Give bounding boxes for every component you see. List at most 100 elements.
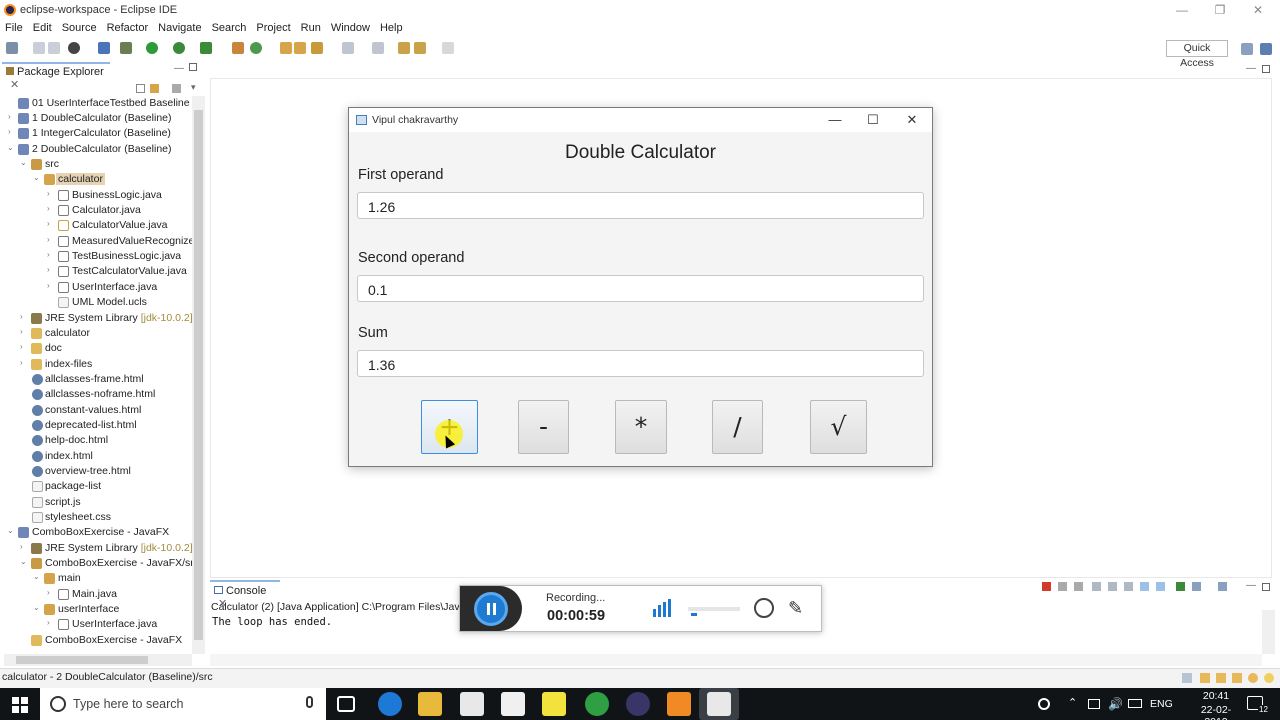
language-indicator[interactable]: ENG: [1150, 698, 1173, 710]
save-icon[interactable]: [33, 42, 45, 54]
minimize-button[interactable]: —: [1162, 0, 1202, 20]
open-task-icon[interactable]: [294, 42, 306, 54]
multiply-button[interactable]: *: [615, 400, 667, 454]
chevron-right-icon[interactable]: ›: [20, 313, 28, 321]
filter-icon[interactable]: [172, 84, 181, 93]
open-type-icon[interactable]: [280, 42, 292, 54]
menu-file[interactable]: File: [5, 20, 28, 37]
chevron-down-icon[interactable]: ⌄: [33, 174, 41, 182]
open-console-icon[interactable]: [1218, 582, 1227, 591]
chevron-right-icon[interactable]: ›: [47, 236, 55, 244]
save-all-icon[interactable]: [48, 42, 60, 54]
link-editor-icon[interactable]: [150, 84, 159, 93]
chevron-down-icon[interactable]: ⌄: [33, 604, 41, 612]
calculator-maximize-button[interactable]: ☐: [854, 108, 892, 132]
square-root-button[interactable]: √: [810, 400, 867, 454]
result-field[interactable]: 1.36: [357, 350, 924, 377]
chevron-right-icon[interactable]: ›: [47, 589, 55, 597]
calculator-close-button[interactable]: ✕: [893, 108, 931, 132]
open-perspective-icon[interactable]: [1241, 43, 1253, 55]
chevron-right-icon[interactable]: ›: [47, 282, 55, 290]
status-icon[interactable]: [1182, 673, 1192, 683]
chevron-down-icon[interactable]: ⌄: [20, 558, 28, 566]
status-icon[interactable]: [1232, 673, 1242, 683]
clock-time[interactable]: 20:41: [1190, 690, 1242, 702]
forward-icon[interactable]: [442, 42, 454, 54]
close-button[interactable]: ✕: [1238, 0, 1278, 20]
pin-icon[interactable]: [372, 42, 384, 54]
collapse-all-icon[interactable]: [136, 84, 145, 93]
network-icon[interactable]: [1088, 699, 1100, 709]
remove-launch-icon[interactable]: [1058, 582, 1067, 591]
minimize-view-icon[interactable]: —: [174, 63, 184, 74]
chevron-right-icon[interactable]: ›: [47, 220, 55, 228]
status-icon[interactable]: [1248, 673, 1258, 683]
store-icon[interactable]: [460, 692, 484, 716]
file-explorer-icon[interactable]: [418, 692, 442, 716]
divide-button[interactable]: /: [712, 400, 763, 454]
new-java-project-icon[interactable]: [232, 42, 244, 54]
chevron-right-icon[interactable]: ›: [20, 343, 28, 351]
menu-refactor[interactable]: Refactor: [107, 20, 154, 37]
tree-horizontal-scroll-thumb[interactable]: [16, 656, 148, 664]
sticky-notes-icon[interactable]: [542, 692, 566, 716]
menu-help[interactable]: Help: [380, 20, 408, 37]
external-tools-icon[interactable]: [200, 42, 212, 54]
maximize-button[interactable]: ❐: [1200, 0, 1240, 20]
menu-window[interactable]: Window: [331, 20, 375, 37]
eclipse-taskbar-icon[interactable]: [626, 692, 650, 716]
skip-breakpoints-icon[interactable]: [98, 42, 110, 54]
new-icon[interactable]: [6, 42, 18, 54]
task-view-icon[interactable]: [337, 696, 355, 712]
pause-icon[interactable]: [474, 592, 508, 626]
terminate-icon[interactable]: [1042, 582, 1051, 591]
run-icon[interactable]: [146, 42, 158, 54]
remove-all-icon[interactable]: [1074, 582, 1083, 591]
menu-edit[interactable]: Edit: [33, 20, 57, 37]
debug-target-icon[interactable]: [68, 42, 80, 54]
chevron-down-icon[interactable]: ⌄: [33, 573, 41, 581]
view-menu-icon[interactable]: ▾: [191, 82, 196, 93]
second-operand-field[interactable]: 0.1: [357, 275, 924, 302]
volume-slider-handle[interactable]: [691, 602, 697, 616]
people-icon[interactable]: [1038, 698, 1050, 710]
chevron-right-icon[interactable]: ›: [8, 113, 16, 121]
edge-icon[interactable]: [378, 692, 402, 716]
menu-navigate[interactable]: Navigate: [158, 20, 206, 37]
editor-minimize-icon[interactable]: —: [1246, 63, 1256, 74]
word-wrap-icon[interactable]: [1124, 582, 1133, 591]
java-perspective-icon[interactable]: [1260, 43, 1272, 55]
coverage-icon[interactable]: [173, 42, 185, 54]
maximize-view-icon[interactable]: [189, 63, 197, 71]
display-console-icon[interactable]: [1192, 582, 1201, 591]
show-stdout-icon[interactable]: [1140, 582, 1149, 591]
chevron-right-icon[interactable]: ›: [47, 205, 55, 213]
chevron-right-icon[interactable]: ›: [47, 266, 55, 274]
back-icon[interactable]: [414, 42, 426, 54]
chevron-right-icon[interactable]: ›: [47, 251, 55, 259]
chevron-right-icon[interactable]: ›: [8, 128, 16, 136]
chevron-down-icon[interactable]: ⌄: [7, 527, 15, 535]
clock-date[interactable]: 22-02-2019: [1190, 704, 1242, 720]
quick-access-field[interactable]: Quick Access: [1166, 40, 1228, 69]
scroll-lock-icon[interactable]: [1108, 582, 1117, 591]
first-operand-field[interactable]: 1.26: [357, 192, 924, 219]
volume-icon[interactable]: 🔊: [1108, 697, 1123, 711]
close-tab-icon[interactable]: ✕: [10, 79, 19, 91]
editor-maximize-icon[interactable]: [1262, 65, 1270, 73]
menu-search[interactable]: Search: [212, 20, 252, 37]
microphone-icon[interactable]: [306, 696, 313, 708]
tab-console[interactable]: Console ✕: [210, 580, 280, 610]
tip-icon[interactable]: [1264, 673, 1274, 683]
chevron-right-icon[interactable]: ›: [20, 328, 28, 336]
next-annotation-icon[interactable]: [342, 42, 354, 54]
show-stderr-icon[interactable]: [1156, 582, 1165, 591]
new-class-icon[interactable]: [250, 42, 262, 54]
console-vertical-scrollbar[interactable]: [1262, 610, 1275, 654]
console-horizontal-scrollbar[interactable]: [210, 654, 1262, 666]
chevron-right-icon[interactable]: ›: [47, 619, 55, 627]
menu-source[interactable]: Source: [62, 20, 102, 37]
menu-project[interactable]: Project: [256, 20, 295, 37]
debug-icon[interactable]: [120, 42, 132, 54]
last-edit-icon[interactable]: [398, 42, 410, 54]
